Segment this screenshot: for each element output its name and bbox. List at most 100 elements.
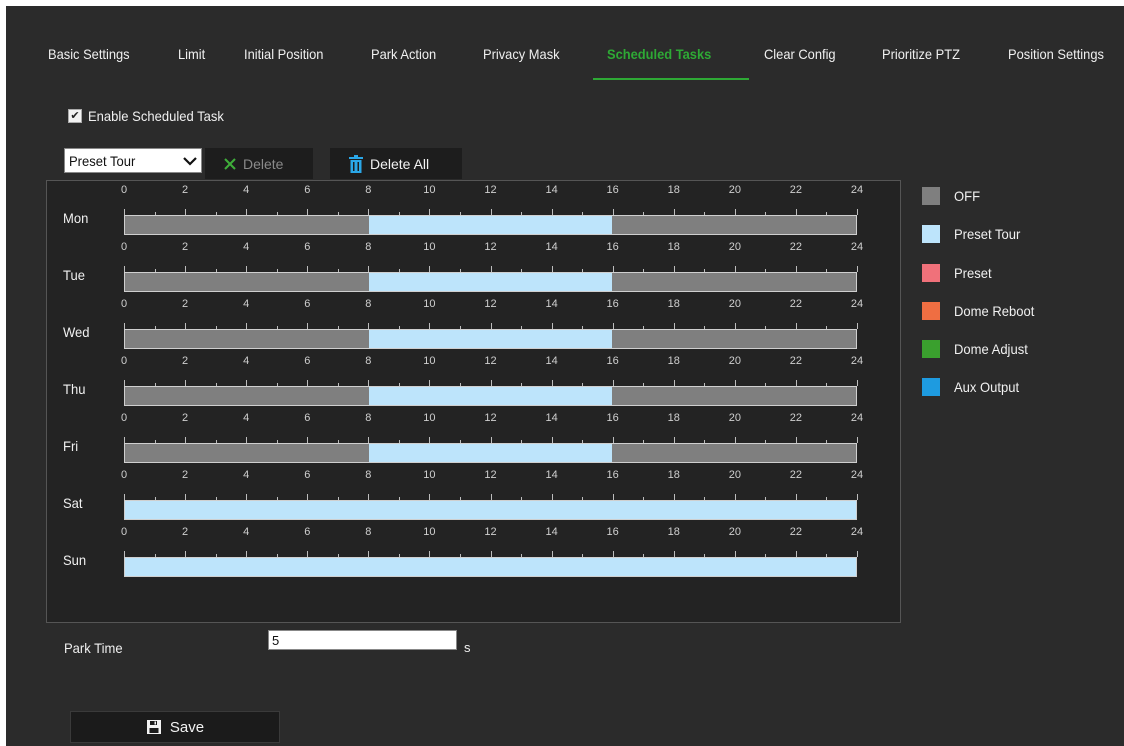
hour-tick-label: 24	[850, 184, 864, 196]
hour-tick-label: 18	[667, 355, 680, 367]
legend-label: Dome Adjust	[954, 341, 1028, 357]
park-time-input[interactable]	[268, 630, 457, 650]
hour-tick-label: 18	[667, 184, 680, 196]
hour-tick-label: 22	[789, 298, 803, 310]
hour-tick-label: 24	[850, 526, 864, 538]
hour-tick-label: 18	[667, 526, 680, 538]
tab-privacy-mask[interactable]: Privacy Mask	[483, 44, 560, 82]
hour-tick-label: 8	[365, 241, 372, 253]
hour-tick-label: 4	[243, 298, 250, 310]
hour-tick-label: 0	[120, 184, 128, 196]
tab-basic-settings[interactable]: Basic Settings	[48, 44, 130, 82]
tab-initial-position[interactable]: Initial Position	[244, 44, 323, 82]
legend-label: Aux Output	[954, 379, 1020, 395]
hour-tick-mark	[857, 380, 858, 386]
schedule-row-wed: Wed 0 2 4 6 8 10 12 14 16 18 20 22 24	[47, 281, 900, 349]
hour-tick-label: 22	[789, 241, 803, 253]
hour-tick-label: 14	[545, 526, 558, 538]
hour-tick-label: 4	[243, 241, 250, 253]
hour-tick-label: 20	[728, 241, 741, 253]
hour-tick-label: 18	[667, 298, 680, 310]
hour-tick-label: 22	[789, 526, 803, 538]
hour-tick-label: 24	[850, 412, 864, 424]
hour-tick-label: 14	[545, 241, 558, 253]
hour-tick-label: 14	[545, 355, 558, 367]
hour-tick-label: 0	[120, 469, 128, 481]
hour-tick-label: 6	[304, 298, 311, 310]
hour-tick-label: 22	[789, 469, 803, 481]
schedule-row-mon: Mon 0 2 4 6 8 10 12 14 16 18 20 22 24	[47, 167, 900, 235]
hour-tick-label: 12	[484, 526, 497, 538]
hour-tick-mark	[857, 437, 858, 443]
hour-tick-label: 20	[728, 298, 741, 310]
hour-tick-label: 8	[365, 184, 372, 196]
legend-label: Preset	[954, 265, 992, 281]
weekly-schedule-grid: Mon 0 2 4 6 8 10 12 14 16 18 20 22 24 Tue 0 2 4 6 8 10 12 14 16…	[46, 180, 901, 623]
hour-tick-label: 16	[606, 241, 619, 253]
legend-swatch	[922, 378, 940, 396]
hour-tick-label: 10	[423, 241, 436, 253]
hour-tick-label: 20	[728, 355, 741, 367]
legend-item-aux-output: Aux Output	[922, 377, 1024, 397]
hour-tick-label: 8	[365, 355, 372, 367]
day-label: Sun	[63, 552, 87, 568]
tab-position-settings[interactable]: Position Settings	[1008, 44, 1104, 82]
tab-park-action[interactable]: Park Action	[371, 44, 436, 82]
legend-swatch	[922, 225, 940, 243]
legend-swatch	[922, 340, 940, 358]
hour-tick-label: 12	[484, 241, 497, 253]
schedule-row-sat: Sat 0 2 4 6 8 10 12 14 16 18 20 22 24	[47, 452, 900, 520]
hour-tick-label: 24	[850, 241, 864, 253]
tab-limit[interactable]: Limit	[178, 44, 205, 82]
hour-tick-label: 20	[728, 412, 741, 424]
hour-tick-label: 4	[243, 184, 250, 196]
hour-tick-label: 6	[304, 526, 311, 538]
hour-tick-label: 2	[182, 241, 189, 253]
hour-tick-label: 12	[484, 298, 497, 310]
legend-label: Preset Tour	[954, 226, 1021, 242]
legend-swatch	[922, 264, 940, 282]
schedule-row-thu: Thu 0 2 4 6 8 10 12 14 16 18 20 22 24	[47, 338, 900, 406]
save-button-label: Save	[169, 718, 205, 736]
hour-tick-mark	[857, 323, 858, 329]
hour-tick-label: 14	[545, 298, 558, 310]
hour-tick-label: 8	[365, 298, 372, 310]
schedule-timeline-bar[interactable]	[124, 557, 857, 577]
hour-tick-label: 2	[182, 355, 189, 367]
legend-item-preset: Preset	[922, 263, 994, 283]
hour-tick-label: 24	[850, 469, 864, 481]
hour-tick-label: 18	[667, 412, 680, 424]
hour-tick-label: 6	[304, 412, 311, 424]
tab-prioritize-ptz[interactable]: Prioritize PTZ	[882, 44, 960, 82]
hour-tick-label: 16	[606, 412, 619, 424]
enable-scheduled-task-checkbox[interactable]: ✔ Enable Scheduled Task	[68, 107, 234, 125]
hour-tick-label: 20	[728, 469, 741, 481]
schedule-row-tue: Tue 0 2 4 6 8 10 12 14 16 18 20 22 24	[47, 224, 900, 292]
save-button[interactable]: Save	[70, 711, 280, 743]
hour-tick-label: 18	[667, 241, 680, 253]
hour-tick-label: 0	[120, 526, 128, 538]
hour-tick-label: 6	[304, 355, 311, 367]
hour-tick-label: 4	[243, 412, 250, 424]
hour-tick-label: 2	[182, 184, 189, 196]
hour-tick-label: 0	[120, 355, 128, 367]
schedule-segment[interactable]	[125, 558, 856, 576]
hour-tick-label: 10	[423, 184, 436, 196]
tab-clear-config[interactable]: Clear Config	[764, 44, 836, 82]
hour-tick-label: 16	[606, 469, 619, 481]
enable-scheduled-task-label: Enable Scheduled Task	[88, 108, 224, 124]
hour-tick-label: 4	[243, 355, 250, 367]
legend-label: OFF	[954, 188, 981, 204]
schedule-row-sun: Sun 0 2 4 6 8 10 12 14 16 18 20 22 24	[47, 509, 900, 577]
hour-tick-mark	[857, 209, 858, 215]
hour-tick-label: 8	[365, 469, 372, 481]
hour-tick-label: 8	[365, 412, 372, 424]
tab-scheduled-tasks[interactable]: Scheduled Tasks	[607, 44, 711, 82]
hour-tick-label: 16	[606, 184, 619, 196]
hour-tick-label: 2	[182, 412, 189, 424]
hour-tick-label: 12	[484, 469, 497, 481]
hour-tick-label: 20	[728, 526, 741, 538]
hour-tick-label: 14	[545, 412, 558, 424]
checkbox-checked-icon[interactable]: ✔	[68, 109, 82, 123]
hour-tick-label: 12	[484, 184, 497, 196]
